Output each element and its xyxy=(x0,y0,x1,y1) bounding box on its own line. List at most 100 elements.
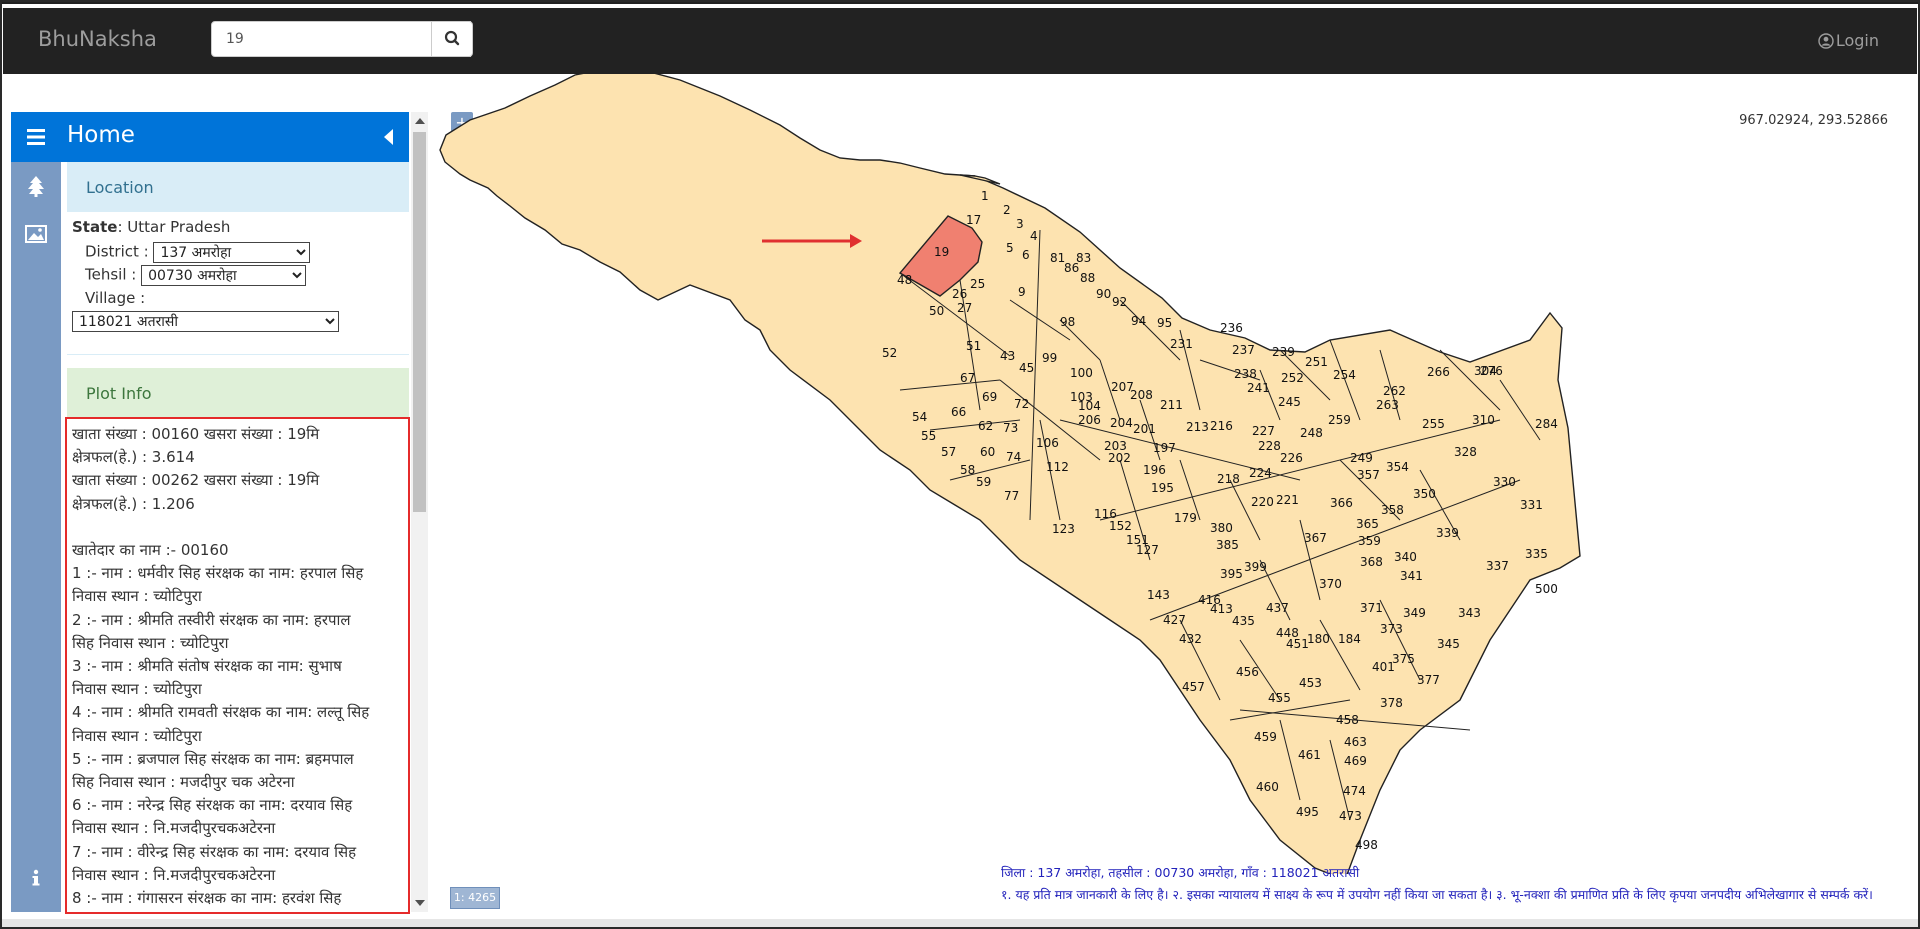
plot-label: 2 xyxy=(1003,203,1011,217)
district-label: District : xyxy=(85,242,149,261)
plot-info-line: 7 :- नाम : वीरेन्द्र सिह संरक्षक का नाम:… xyxy=(72,842,357,861)
plot-label: 335 xyxy=(1525,547,1548,561)
plot-info-line: निवास स्थान : नि.मजदीपुरचकअटेरना xyxy=(72,865,276,884)
plot-label: 495 xyxy=(1296,805,1319,819)
plot-info-line: 5 :- नाम : ब्रजपाल सिह संरक्षक का नाम: ब… xyxy=(72,749,354,768)
plot-label: 395 xyxy=(1220,567,1243,581)
login-link[interactable]: Login xyxy=(1818,31,1879,50)
plot-label: 377 xyxy=(1417,673,1440,687)
plot-info-line: खातेदार का नाम :- 00160 xyxy=(72,541,229,560)
plot-label: 25 xyxy=(970,277,985,291)
image-icon xyxy=(25,225,47,243)
plot-label: 459 xyxy=(1254,730,1277,744)
plot-label: 458 xyxy=(1336,713,1359,727)
plot-label: 73 xyxy=(1003,421,1018,435)
plot-info-content: खाता संख्या : 00160 खसरा संख्या : 19मि क… xyxy=(65,417,410,914)
plot-label: 341 xyxy=(1400,569,1423,583)
plot-label: 416 xyxy=(1198,593,1221,607)
plot-label: 52 xyxy=(882,346,897,360)
plot-label: 498 xyxy=(1355,838,1378,852)
plot-label: 55 xyxy=(921,429,936,443)
plot-label: 254 xyxy=(1333,368,1356,382)
plot-label: 50 xyxy=(929,304,944,318)
plot-label: 365 xyxy=(1356,517,1379,531)
search-button[interactable] xyxy=(431,21,473,57)
tab-layers[interactable] xyxy=(11,164,61,208)
plot-label: 350 xyxy=(1413,487,1436,501)
location-heading: Location xyxy=(67,162,409,212)
village-select[interactable]: 118021 अतरासी xyxy=(72,311,339,332)
plot-label: 60 xyxy=(980,445,995,459)
cadastral-map[interactable]: 1 2 17 3 4 5 6 81 83 86 88 19 48 25 26 2… xyxy=(430,74,1620,874)
tehsil-label: Tehsil : xyxy=(85,265,137,284)
plot-label: 262 xyxy=(1383,384,1406,398)
plot-label: 123 xyxy=(1052,522,1075,536)
plot-info-line: निवास स्थान : नि.मजदीपुरचकअटेरना xyxy=(72,819,276,838)
plot-label: 248 xyxy=(1300,426,1323,440)
tab-info[interactable] xyxy=(11,856,61,900)
plot-label: 456 xyxy=(1236,665,1259,679)
plot-label: 435 xyxy=(1232,614,1255,628)
panel-title: Home xyxy=(67,122,135,148)
plot-info-line: क्षेत्रफल(हे.) : 1.206 xyxy=(72,494,195,513)
plot-label: 461 xyxy=(1298,748,1321,762)
scroll-thumb[interactable] xyxy=(413,132,426,512)
plot-label: 345 xyxy=(1437,637,1460,651)
plot-label: 367 xyxy=(1304,531,1327,545)
plot-info-line xyxy=(72,516,403,539)
plot-label: 3 xyxy=(1016,217,1024,231)
plot-label: 245 xyxy=(1278,395,1301,409)
plot-label: 460 xyxy=(1256,780,1279,794)
plot-label: 349 xyxy=(1403,606,1426,620)
plot-info-line: 1 :- नाम : धर्मवीर सिह संरक्षक का नाम: ह… xyxy=(72,564,364,583)
scroll-up-icon[interactable] xyxy=(415,118,425,124)
plot-label: 255 xyxy=(1422,417,1445,431)
plot-info-line: निवास स्थान : च्योटिपुरा xyxy=(72,587,202,606)
plot-label: 427 xyxy=(1163,613,1186,627)
navbar: BhuNaksha 19 Login xyxy=(3,8,1917,74)
collapse-panel-icon[interactable] xyxy=(384,129,393,145)
tab-home[interactable] xyxy=(11,112,61,162)
plot-info-line: निवास स्थान : च्योटिपुरा xyxy=(72,726,202,745)
plot-label: 340 xyxy=(1394,550,1417,564)
plot-label: 26 xyxy=(952,287,967,301)
plot-label: 104 xyxy=(1078,399,1101,413)
plot-label: 180 xyxy=(1307,632,1330,646)
district-select[interactable]: 137 अमरोहा xyxy=(153,242,311,263)
plot-label: 337 xyxy=(1486,559,1509,573)
plot-label: 195 xyxy=(1151,481,1174,495)
plot-label: 237 xyxy=(1232,343,1255,357)
plot-label: 67 xyxy=(960,371,975,385)
plot-label: 437 xyxy=(1266,601,1289,615)
plot-label: 54 xyxy=(912,410,927,424)
plot-label: 81 xyxy=(1050,251,1065,265)
plot-label: 59 xyxy=(976,475,991,489)
login-label: Login xyxy=(1835,31,1879,50)
scroll-down-icon[interactable] xyxy=(415,900,425,906)
disclaimer-text: १. यह प्रति मात्र जानकारी के लिए है। २. … xyxy=(1001,887,1873,902)
plot-label: 48 xyxy=(897,273,912,287)
plot-label: 304 xyxy=(1474,364,1497,378)
brand-logo[interactable]: BhuNaksha xyxy=(38,27,157,51)
plot-label: 263 xyxy=(1376,398,1399,412)
plot-label: 474 xyxy=(1343,784,1366,798)
sidebar-tabs xyxy=(11,112,61,912)
plot-label: 211 xyxy=(1160,398,1183,412)
plot-label: 380 xyxy=(1210,521,1233,535)
panel-header: Home xyxy=(61,112,409,162)
plot-label: 88 xyxy=(1080,271,1095,285)
plot-label: 216 xyxy=(1210,419,1233,433)
plot-label: 373 xyxy=(1380,622,1403,636)
plot-label: 5 xyxy=(1006,241,1014,255)
panel-scrollbar[interactable] xyxy=(411,112,428,912)
plot-label: 69 xyxy=(982,390,997,404)
plot-label: 371 xyxy=(1360,601,1383,615)
tehsil-select[interactable]: 00730 अमरोहा xyxy=(141,265,307,286)
plot-label: 27 xyxy=(957,301,972,315)
village-boundary xyxy=(439,74,1581,874)
tab-images[interactable] xyxy=(11,212,61,256)
plot-label: 231 xyxy=(1170,337,1193,351)
plot-label: 375 xyxy=(1392,652,1415,666)
plot-label: 57 xyxy=(941,445,956,459)
plot-label: 106 xyxy=(1036,436,1059,450)
